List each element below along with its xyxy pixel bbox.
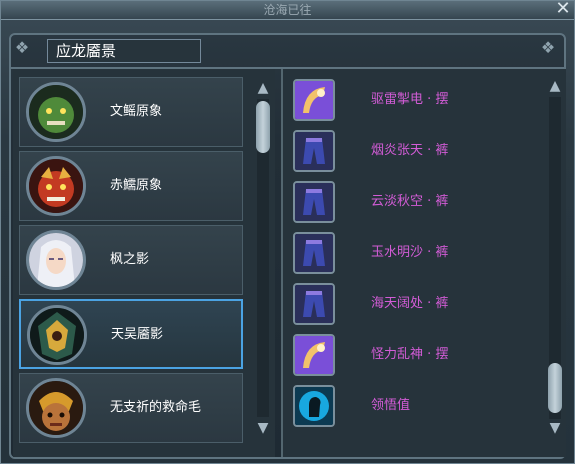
- list-item[interactable]: 枫之影: [19, 225, 243, 295]
- reward-item[interactable]: 海天阔处 · 裤: [293, 281, 523, 327]
- ornament-icon: ❖: [14, 38, 30, 57]
- reward-item[interactable]: 烟炎张天 · 裤: [293, 128, 523, 174]
- item-list-panel: 文鳐原象 赤鱬原象 枫之影 天吴靥影 无支祈的救命毛 ▲ ▼: [13, 69, 275, 457]
- reward-label: 云淡秋空 · 裤: [371, 194, 449, 209]
- green-beast-portrait: [26, 82, 86, 142]
- pants-icon: [293, 181, 335, 223]
- collection-window: 沧海已往 ✕ ❖ ❖ 应龙靥景 文鳐原象 赤鱬原象 枫之影 天吴靥影 无支祈的救…: [0, 0, 575, 464]
- reward-item[interactable]: 领悟值: [293, 383, 523, 429]
- list-item-label: 赤鱬原象: [110, 178, 163, 193]
- scroll-thumb[interactable]: [256, 101, 270, 153]
- list-item[interactable]: 无支祈的救命毛: [19, 373, 243, 443]
- silhouette-icon: [293, 385, 335, 427]
- category-header: 应龙靥景: [47, 39, 201, 63]
- reward-label: 海天阔处 · 裤: [371, 296, 449, 311]
- fan-icon: [293, 334, 335, 376]
- scroll-up-button[interactable]: ▲: [545, 77, 565, 95]
- reward-label: 烟炎张天 · 裤: [371, 143, 449, 158]
- list-item-selected[interactable]: 天吴靥影: [19, 299, 243, 369]
- reward-item[interactable]: 怪力乱神 · 摆: [293, 332, 523, 378]
- scroll-down-button[interactable]: ▼: [545, 419, 565, 437]
- list-item-label: 枫之影: [110, 252, 150, 267]
- scroll-down-button[interactable]: ▼: [253, 419, 273, 437]
- scroll-up-button[interactable]: ▲: [253, 79, 273, 97]
- reward-list-panel: 驱雷掣电 · 摆 烟炎张天 · 裤 云淡秋空 · 裤 玉水明沙 · 裤 海天阔处…: [281, 69, 566, 457]
- reward-item[interactable]: 玉水明沙 · 裤: [293, 230, 523, 276]
- list-item-label: 文鳐原象: [110, 104, 163, 119]
- reward-item[interactable]: 驱雷掣电 · 摆: [293, 77, 523, 123]
- pants-icon: [293, 130, 335, 172]
- reward-label: 玉水明沙 · 裤: [371, 245, 449, 260]
- white-hair-character-portrait: [26, 230, 86, 290]
- reward-item[interactable]: 云淡秋空 · 裤: [293, 179, 523, 225]
- red-beast-portrait: [26, 156, 86, 216]
- armored-figure-portrait: [27, 305, 87, 365]
- list-item[interactable]: 赤鱬原象: [19, 151, 243, 221]
- reward-label: 驱雷掣电 · 摆: [371, 92, 449, 107]
- ornament-icon: ❖: [540, 38, 556, 57]
- list-item[interactable]: 文鳐原象: [19, 77, 243, 147]
- fan-icon: [293, 79, 335, 121]
- category-title: 应龙靥景: [56, 42, 117, 60]
- reward-label: 领悟值: [371, 398, 411, 413]
- pants-icon: [293, 232, 335, 274]
- monkey-portrait: [26, 378, 86, 438]
- scroll-thumb[interactable]: [548, 363, 562, 413]
- reward-label: 怪力乱神 · 摆: [371, 347, 449, 362]
- pants-icon: [293, 283, 335, 325]
- list-item-label: 无支祈的救命毛: [110, 400, 202, 415]
- close-icon[interactable]: ✕: [554, 0, 572, 19]
- list-item-label: 天吴靥影: [111, 327, 164, 342]
- title-bar: 沧海已往: [1, 1, 574, 20]
- window-title: 沧海已往: [263, 3, 312, 17]
